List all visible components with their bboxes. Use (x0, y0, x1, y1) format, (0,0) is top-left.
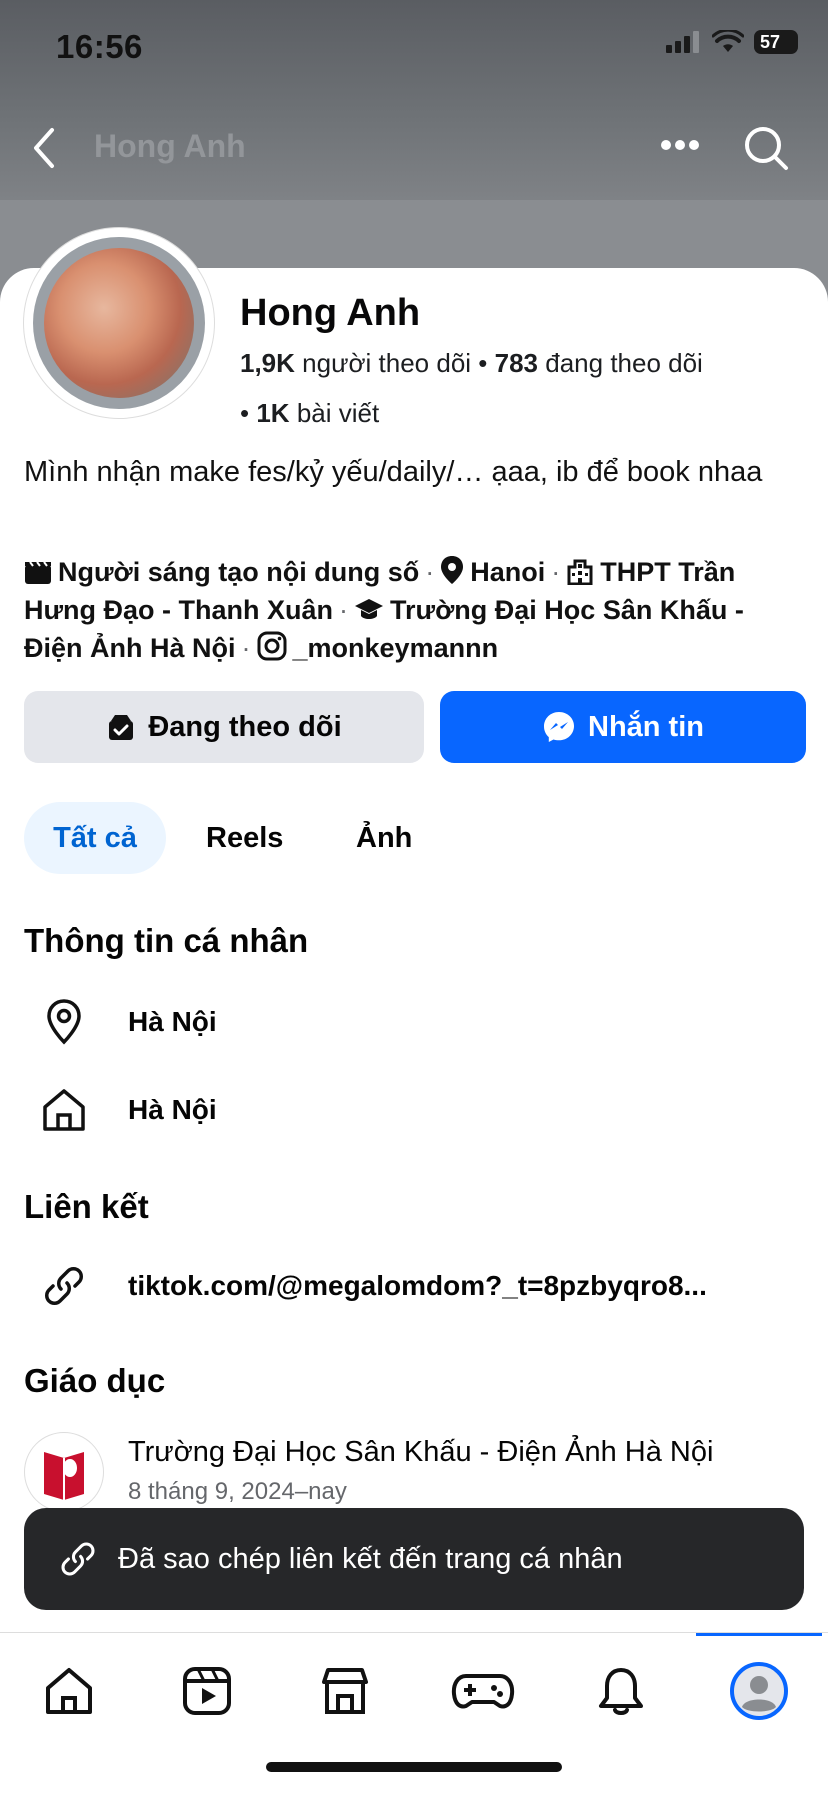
notifications-icon (599, 1668, 643, 1715)
nav-notifications[interactable] (586, 1656, 656, 1726)
nav-video[interactable] (172, 1656, 242, 1726)
hometown-row: Hà Nội (24, 1078, 814, 1142)
following-button-label: Đang theo dõi (148, 710, 342, 743)
location-label: Hanoi (470, 557, 546, 587)
status-time: 16:56 (56, 28, 143, 65)
education-title: Giáo dục (24, 1362, 166, 1399)
signal-icon (666, 31, 699, 53)
following-check-icon (109, 715, 134, 740)
following-label[interactable]: đang theo dõi (545, 348, 703, 378)
messenger-icon (544, 712, 574, 742)
current-city-row: Hà Nội (24, 990, 814, 1054)
posts-stats: • 1K bài viết (240, 398, 380, 428)
clapperboard-icon (25, 561, 51, 584)
posts-count: 1K (256, 398, 290, 428)
nav-gaming[interactable] (448, 1656, 518, 1726)
home-indicator (266, 1762, 562, 1772)
school-dates: 8 tháng 9, 2024–nay (128, 1478, 347, 1505)
graduation-cap-icon (355, 599, 384, 619)
nav-marketplace[interactable] (310, 1656, 380, 1726)
following-count[interactable]: 783 (495, 348, 538, 378)
battery-indicator: 57 (754, 30, 798, 54)
following-button[interactable]: Đang theo dõi (24, 691, 424, 763)
active-tab-indicator (696, 1633, 822, 1636)
follow-stats: 1,9K người theo dõi • 783 đang theo dõi (240, 348, 703, 378)
nav-home[interactable] (34, 1656, 104, 1726)
links-title: Liên kết (24, 1188, 149, 1225)
tab-all[interactable]: Tất cả (24, 802, 166, 874)
location-pin-icon (441, 556, 464, 584)
instagram-icon (257, 631, 287, 661)
followers-count[interactable]: 1,9K (240, 348, 295, 378)
school-name[interactable]: Trường Đại Học Sân Khấu - Điện Ảnh Hà Nộ… (128, 1436, 713, 1469)
instagram-handle[interactable]: _monkeymannn (293, 633, 499, 663)
tiktok-link-row[interactable]: tiktok.com/@megalomdom?_t=8pzbyqro8... (24, 1254, 814, 1318)
home-icon (46, 1668, 92, 1714)
school-logo[interactable] (24, 1432, 104, 1512)
link-icon (61, 1542, 95, 1576)
followers-label[interactable]: người theo dõi (302, 348, 471, 378)
nav-profile[interactable] (724, 1656, 794, 1726)
video-icon (183, 1667, 231, 1715)
home-icon (43, 1089, 85, 1131)
search-icon[interactable] (742, 124, 790, 172)
message-button[interactable]: Nhắn tin (440, 691, 806, 763)
personal-info-title: Thông tin cá nhân (24, 922, 309, 959)
tiktok-link[interactable]: tiktok.com/@megalomdom?_t=8pzbyqro8... (128, 1270, 808, 1302)
more-options-icon[interactable] (660, 138, 700, 152)
tab-photos[interactable]: Ảnh (356, 802, 412, 874)
message-button-label: Nhắn tin (588, 710, 704, 743)
bio: Mình nhận make fes/kỷ yếu/daily/… ạaa, i… (24, 456, 763, 488)
marketplace-icon (322, 1668, 368, 1714)
current-city: Hà Nội (128, 1006, 217, 1037)
profile-icon (730, 1662, 788, 1720)
profile-details: Người sáng tạo nội dung số · Hanoi · THPT … (24, 556, 744, 663)
avatar[interactable] (44, 248, 194, 398)
location-pin-icon (47, 999, 81, 1045)
tab-reels[interactable]: Reels (206, 802, 283, 874)
posts-label: bài viết (296, 398, 380, 428)
school-logo-icon (44, 1452, 84, 1500)
status-icons: 57 (666, 30, 798, 54)
creator-label: Người sáng tạo nội dung số (58, 557, 420, 587)
toast-message: Đã sao chép liên kết đến trang cá nhân (118, 1542, 623, 1575)
hometown: Hà Nội (128, 1094, 217, 1125)
header-title: Hong Anh (94, 128, 246, 164)
back-icon[interactable] (30, 126, 58, 170)
building-icon (567, 559, 593, 585)
profile-name: Hong Anh (240, 292, 421, 334)
wifi-icon (712, 30, 744, 52)
copied-link-toast: Đã sao chép liên kết đến trang cá nhân (24, 1508, 804, 1610)
gaming-icon (451, 1674, 515, 1709)
link-icon (45, 1267, 83, 1305)
